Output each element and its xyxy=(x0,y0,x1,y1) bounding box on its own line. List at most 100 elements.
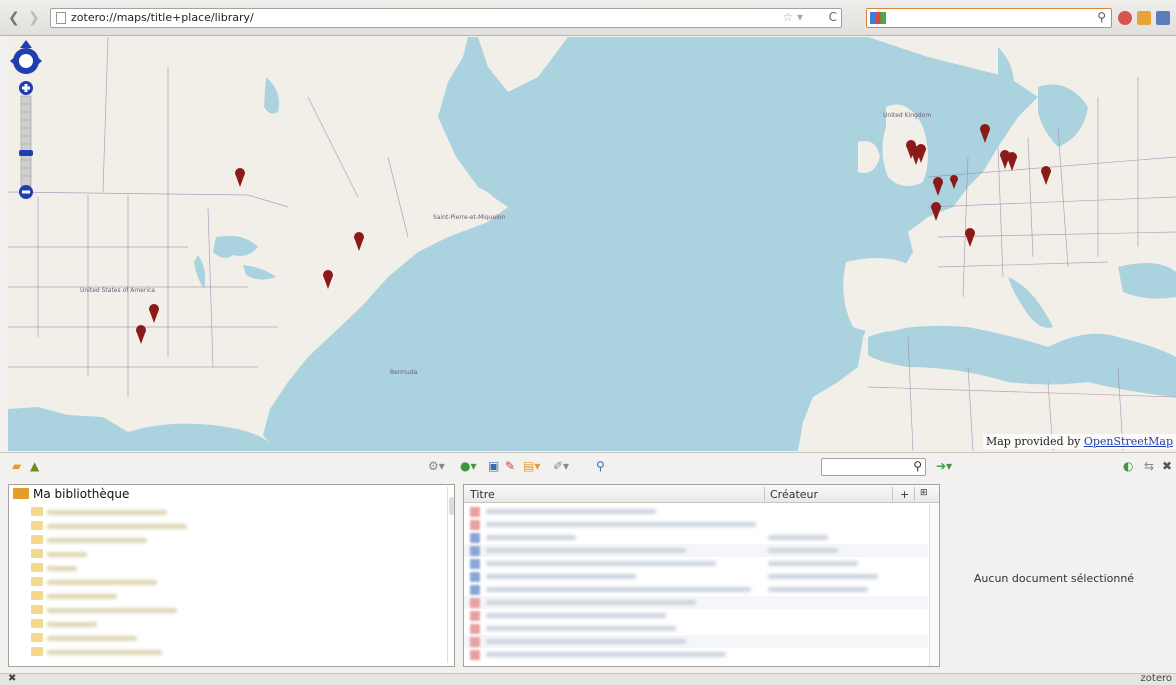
browser-toolbar: ❮ ❯ zotero://maps/title+place/library/ ☆… xyxy=(0,0,1176,36)
fullscreen-icon[interactable]: ⇆ xyxy=(1144,459,1154,473)
item-type-icon xyxy=(470,598,480,608)
actions-gear-icon[interactable]: ⚙▾ xyxy=(428,459,445,473)
sync-icon[interactable]: ◐ xyxy=(1123,459,1133,473)
folder-icon xyxy=(31,563,43,572)
table-row[interactable] xyxy=(464,570,928,583)
collection-item[interactable] xyxy=(31,505,231,519)
table-row[interactable] xyxy=(464,557,928,570)
url-text[interactable]: zotero://maps/title+place/library/ xyxy=(71,11,254,24)
link-icon[interactable]: ✐▾ xyxy=(553,459,569,473)
menu-icon[interactable] xyxy=(1156,11,1170,25)
pan-control[interactable] xyxy=(10,40,42,78)
zoom-slider-track[interactable] xyxy=(20,95,32,187)
folder-icon xyxy=(31,647,43,656)
search-icon[interactable]: ⚲ xyxy=(913,459,922,473)
table-row[interactable] xyxy=(464,531,928,544)
table-row[interactable] xyxy=(464,622,928,635)
map-label-saint-pierre: Saint-Pierre-et-Miquelon xyxy=(433,214,506,221)
search-icon[interactable]: ⚲ xyxy=(1097,10,1106,24)
collection-item[interactable] xyxy=(31,519,231,533)
table-row[interactable] xyxy=(464,518,928,531)
add-attachment-icon[interactable]: ▤▾ xyxy=(523,459,540,473)
search-engine-icon[interactable] xyxy=(870,12,886,24)
column-creator[interactable]: Créateur xyxy=(770,488,818,501)
map-view[interactable]: United States of America Bermuda Saint-P… xyxy=(8,37,1176,451)
black-sea xyxy=(1118,263,1176,299)
table-row[interactable] xyxy=(464,648,928,661)
new-note-icon[interactable]: ✎ xyxy=(505,459,515,473)
item-type-icon xyxy=(470,559,480,569)
locate-icon[interactable]: ➔▾ xyxy=(936,459,952,473)
collection-item[interactable] xyxy=(31,617,231,631)
map-attribution: Map provided by OpenStreetMap xyxy=(982,434,1176,449)
column-attachments[interactable]: + xyxy=(900,488,909,501)
map-canvas: United States of America Bermuda Saint-P… xyxy=(8,37,1176,451)
column-title[interactable]: Titre xyxy=(470,488,495,501)
collection-item[interactable] xyxy=(31,533,231,547)
zoom-slider-handle[interactable] xyxy=(19,150,33,156)
url-bar[interactable]: zotero://maps/title+place/library/ ☆ ▾ C xyxy=(50,8,842,28)
table-row[interactable] xyxy=(464,609,928,622)
folder-icon xyxy=(31,605,43,614)
collection-item[interactable] xyxy=(31,575,231,589)
table-row[interactable] xyxy=(464,505,928,518)
add-by-identifier-icon[interactable]: ▣ xyxy=(488,459,499,473)
pan-right-icon[interactable] xyxy=(35,55,42,67)
zotero-pane: ▰ ▲ ⚙▾ ●▾ ▣ ✎ ▤▾ ✐▾ ⚲ ⚲ ➔▾ ◐ ⇆ ✖ Ma bibl… xyxy=(0,452,1176,673)
column-picker-icon[interactable]: ⊞ xyxy=(920,488,928,498)
zotero-icon[interactable] xyxy=(1118,11,1132,25)
web-search-input[interactable]: ⚲ xyxy=(866,8,1112,28)
new-item-icon[interactable]: ●▾ xyxy=(460,459,477,473)
table-row[interactable] xyxy=(464,596,928,609)
greenland xyxy=(478,37,568,92)
close-pane-icon[interactable]: ✖ xyxy=(1162,459,1172,473)
collection-item[interactable] xyxy=(31,547,231,561)
table-row[interactable] xyxy=(464,635,928,648)
iberia xyxy=(843,258,917,332)
collection-item[interactable] xyxy=(31,603,231,617)
map-label-bermuda: Bermuda xyxy=(390,369,418,376)
item-type-icon xyxy=(470,585,480,595)
folder-icon xyxy=(31,619,43,628)
new-group-icon[interactable]: ▲ xyxy=(30,459,39,473)
library-search-input[interactable]: ⚲ xyxy=(821,458,926,476)
collection-item[interactable] xyxy=(31,631,231,645)
item-type-icon xyxy=(470,507,480,517)
collections-scrollbar[interactable] xyxy=(447,487,454,663)
map-marker[interactable] xyxy=(933,177,943,196)
openstreetmap-link[interactable]: OpenStreetMap xyxy=(1084,435,1173,448)
close-icon[interactable]: ✖ xyxy=(8,673,16,684)
forward-arrow-icon[interactable]: ❯ xyxy=(28,10,40,26)
new-collection-icon[interactable]: ▰ xyxy=(12,459,21,473)
items-list[interactable]: Titre Créateur + ⊞ xyxy=(463,484,940,667)
reload-icon[interactable]: C xyxy=(829,10,837,24)
bookmark-star-icon[interactable]: ☆ ▾ xyxy=(782,10,803,24)
items-scrollbar[interactable] xyxy=(929,504,939,666)
map-marker[interactable] xyxy=(980,124,990,143)
table-row[interactable] xyxy=(464,544,928,557)
advanced-search-icon[interactable]: ⚲ xyxy=(596,459,605,473)
pan-up-icon[interactable] xyxy=(20,40,32,48)
folder-icon xyxy=(31,507,43,516)
scroll-thumb[interactable] xyxy=(449,497,454,515)
folder-icon xyxy=(31,521,43,530)
item-type-icon xyxy=(470,611,480,621)
home-icon[interactable] xyxy=(1137,11,1151,25)
table-row[interactable] xyxy=(464,583,928,596)
ireland xyxy=(858,141,880,173)
north-sea xyxy=(928,97,978,159)
status-bar: ✖ zotero xyxy=(0,673,1176,685)
library-root[interactable]: Ma bibliothèque xyxy=(9,485,454,502)
collection-item[interactable] xyxy=(31,645,231,659)
zoom-control[interactable] xyxy=(18,80,34,200)
collection-item[interactable] xyxy=(31,561,231,575)
back-arrow-icon[interactable]: ❮ xyxy=(8,10,20,26)
pan-left-icon[interactable] xyxy=(10,55,17,67)
item-type-icon xyxy=(470,520,480,530)
north-america-land xyxy=(8,37,508,451)
collection-item[interactable] xyxy=(31,589,231,603)
map-marker[interactable] xyxy=(950,175,958,189)
item-type-icon xyxy=(470,637,480,647)
folder-icon xyxy=(31,591,43,600)
collections-tree[interactable]: Ma bibliothèque xyxy=(8,484,455,667)
